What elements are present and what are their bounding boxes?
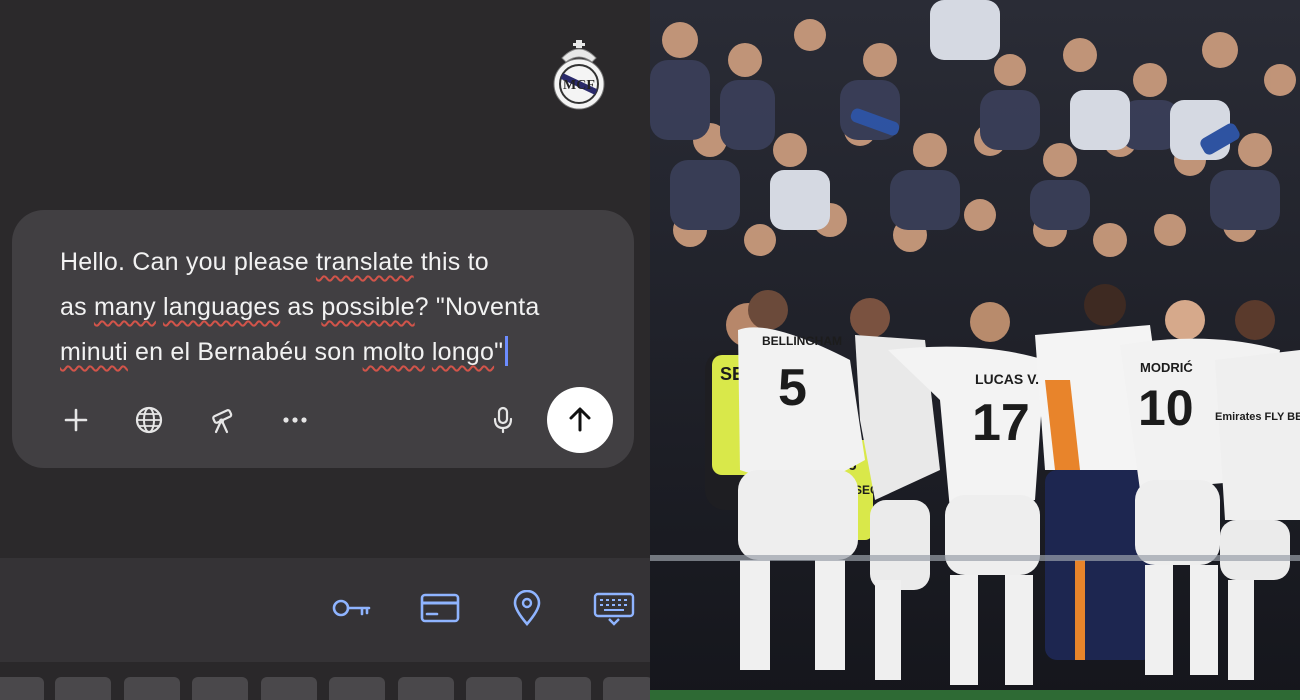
phone-screen: MCF Hello. Can you please translate this…: [0, 0, 650, 700]
jersey-number-17: 17: [972, 394, 1030, 452]
arrow-up-icon: [569, 407, 591, 432]
prompt-segment: as: [60, 293, 94, 321]
svg-text:MCF: MCF: [563, 78, 595, 93]
keyboard-key[interactable]: [192, 677, 248, 700]
spellcheck-word[interactable]: molto: [363, 338, 425, 366]
keyboard-key[interactable]: [535, 677, 591, 700]
keyboard-key[interactable]: [603, 677, 650, 700]
prompt-segment: ": [494, 338, 504, 366]
keyboard-key[interactable]: [261, 677, 317, 700]
spellcheck-word[interactable]: translate: [316, 248, 414, 276]
sponsor-text: Emirates FLY BETTER: [1215, 411, 1300, 423]
jersey-number-5: 5: [778, 359, 807, 417]
telescope-icon[interactable]: [202, 400, 242, 440]
send-button[interactable]: [547, 387, 613, 453]
keyboard-key[interactable]: [398, 677, 454, 700]
key-icon[interactable]: [328, 586, 376, 630]
globe-icon[interactable]: [129, 400, 169, 440]
keyboard-key[interactable]: [0, 677, 44, 700]
keyboard-icon[interactable]: [590, 586, 638, 630]
spellcheck-word[interactable]: longo: [432, 338, 494, 366]
jersey-number-10: 10: [1138, 380, 1194, 436]
keyboard-keys: [0, 662, 650, 700]
more-icon[interactable]: [275, 400, 315, 440]
keyboard-key[interactable]: [55, 677, 111, 700]
prompt-segment: [156, 293, 163, 321]
prompt-segment: this to: [420, 248, 489, 276]
spellcheck-word[interactable]: possible: [321, 293, 414, 321]
spellcheck-word[interactable]: languages: [163, 293, 280, 321]
prompt-segment: ? "Noventa: [414, 293, 540, 321]
jersey-name-bellingham: BELLINGHAM: [762, 334, 842, 348]
celebration-photo: SEGUR 166 PROSEC BELLINGHAM 5 LUCAS V.: [650, 0, 1300, 700]
prompt-segment: en el Bernabéu son: [127, 338, 363, 366]
message-composer[interactable]: Hello. Can you please translate this to …: [12, 210, 634, 468]
spellcheck-word[interactable]: minuti: [60, 338, 128, 366]
keyboard-key[interactable]: [124, 677, 180, 700]
keyboard-key[interactable]: [329, 677, 385, 700]
prompt-segment: Hello. Can you please: [60, 248, 316, 276]
text-caret: [505, 336, 509, 366]
credit-card-icon[interactable]: [416, 586, 464, 630]
prompt-segment: [425, 338, 432, 366]
spellcheck-word[interactable]: many: [94, 293, 156, 321]
microphone-icon[interactable]: [483, 400, 523, 440]
keyboard-key[interactable]: [466, 677, 522, 700]
keyboard-toolbar: [0, 558, 650, 662]
location-pin-icon[interactable]: [503, 586, 551, 630]
jersey-name-modric: MODRIĆ: [1140, 360, 1193, 375]
real-madrid-crest-icon: MCF: [550, 36, 608, 112]
prompt-segment: as: [280, 293, 322, 321]
jersey-name-lucas: LUCAS V.: [975, 371, 1039, 387]
prompt-text[interactable]: Hello. Can you please translate this to …: [60, 240, 620, 375]
plus-icon[interactable]: [56, 400, 96, 440]
